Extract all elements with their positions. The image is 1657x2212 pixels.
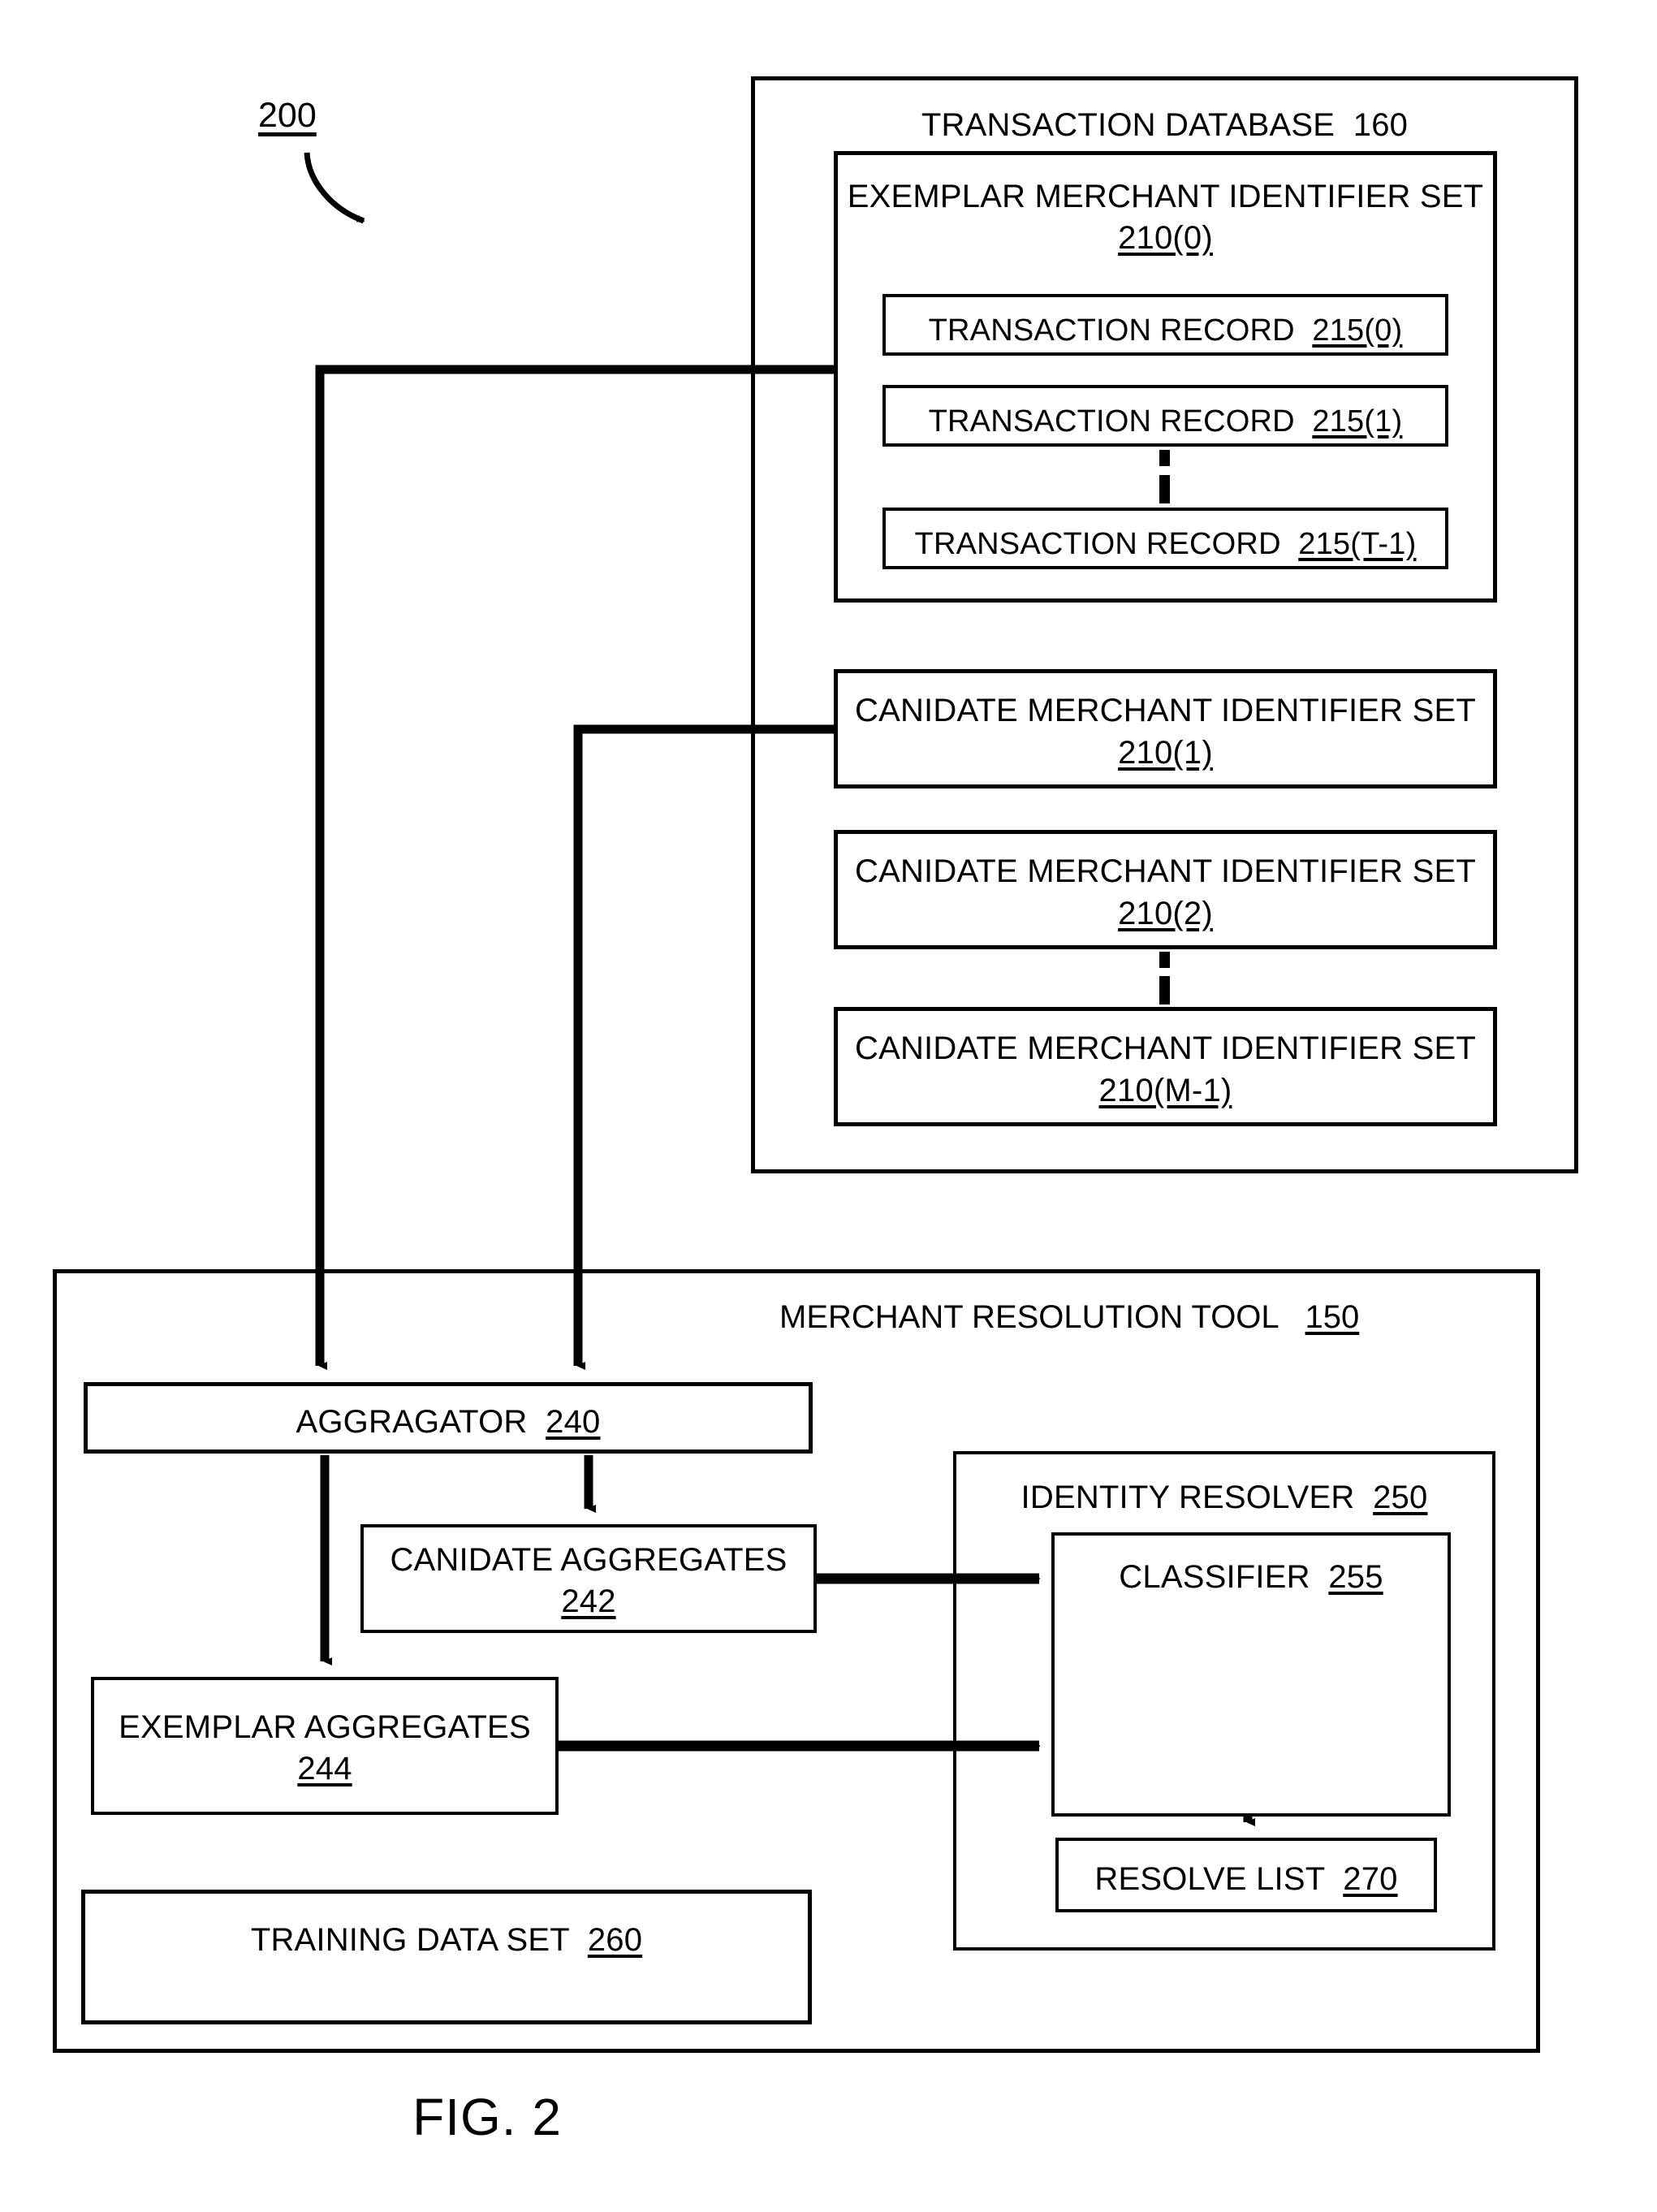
- candidate-set-2-num: 210(2): [1118, 895, 1213, 931]
- exemplar-aggregates-box: EXEMPLAR AGGREGATES 244: [91, 1677, 559, 1815]
- candidate-set-1-num: 210(1): [1118, 734, 1213, 771]
- transaction-record-t-minus-1-label: TRANSACTION RECORD 215(T-1): [915, 525, 1417, 564]
- candidate-set-m-num: 210(M-1): [1098, 1072, 1232, 1108]
- figure-canvas: 200 TRANSACTION DATABASE 160 EXEMPLAR ME…: [0, 0, 1657, 2212]
- transaction-record-1-text: TRANSACTION RECORD: [928, 404, 1295, 439]
- aggregator-label: AGGRAGATOR 240: [296, 1402, 600, 1443]
- transaction-record-0: TRANSACTION RECORD 215(0): [882, 294, 1448, 356]
- classifier-label: CLASSIFIER 255: [1119, 1557, 1383, 1598]
- exemplar-aggregates-text: EXEMPLAR AGGREGATES: [119, 1709, 531, 1745]
- candidate-set-1-text: CANIDATE MERCHANT IDENTIFIER SET: [855, 693, 1476, 729]
- candidate-set-1-label: CANIDATE MERCHANT IDENTIFIER SET 210(1): [855, 690, 1476, 773]
- classifier-text: CLASSIFIER: [1119, 1559, 1310, 1595]
- candidate-aggregates-box: CANIDATE AGGREGATES 242: [360, 1524, 817, 1633]
- transaction-record-1-num: 215(1): [1312, 404, 1403, 439]
- classifier-num: 255: [1328, 1559, 1383, 1595]
- identity-resolver-title: IDENTITY RESOLVER 250: [1021, 1477, 1428, 1519]
- candidate-aggregates-text: CANIDATE AGGREGATES: [390, 1541, 788, 1578]
- transaction-record-t-minus-1-num: 215(T-1): [1298, 527, 1417, 562]
- resolve-list-text: RESOLVE LIST: [1094, 1861, 1325, 1898]
- exemplar-aggregates-label: EXEMPLAR AGGREGATES 244: [119, 1707, 531, 1790]
- transaction-record-t-minus-1: TRANSACTION RECORD 215(T-1): [882, 508, 1448, 569]
- transaction-record-1-label: TRANSACTION RECORD 215(1): [929, 402, 1403, 442]
- candidate-set-2-label: CANIDATE MERCHANT IDENTIFIER SET 210(2): [855, 851, 1476, 934]
- figure-reference-numeral: 200: [258, 96, 317, 135]
- training-data-set-num: 260: [587, 1922, 643, 1958]
- merchant-resolution-tool-title: MERCHANT RESOLUTION TOOL 150: [779, 1299, 1359, 1336]
- candidate-aggregates-label: CANIDATE AGGREGATES 242: [390, 1540, 787, 1622]
- candidate-set-m-text: CANIDATE MERCHANT IDENTIFIER SET: [855, 1030, 1476, 1067]
- aggregator-box: AGGRAGATOR 240: [84, 1382, 813, 1454]
- exemplar-set-title-num: 210(0): [1118, 220, 1213, 257]
- resolve-list-label: RESOLVE LIST 270: [1094, 1859, 1397, 1900]
- figure-reference-curved-arrow: [304, 152, 364, 224]
- exemplar-set-title-text: EXEMPLAR MERCHANT IDENTIFIER SET: [847, 179, 1484, 214]
- classifier-box: CLASSIFIER 255: [1051, 1532, 1451, 1817]
- transaction-record-0-num: 215(0): [1312, 313, 1403, 348]
- aggregator-num: 240: [546, 1404, 601, 1441]
- candidate-merchant-identifier-set-2: CANIDATE MERCHANT IDENTIFIER SET 210(2): [834, 830, 1497, 949]
- transaction-database-title-text: TRANSACTION DATABASE: [921, 107, 1336, 143]
- resolve-list-box: RESOLVE LIST 270: [1055, 1838, 1437, 1912]
- candidate-set-2-text: CANIDATE MERCHANT IDENTIFIER SET: [855, 853, 1476, 890]
- aggregator-text: AGGRAGATOR: [296, 1404, 528, 1441]
- exemplar-aggregates-num: 244: [297, 1751, 352, 1786]
- candidate-aggregates-num: 242: [561, 1583, 616, 1619]
- merchant-resolution-tool-title-num: 150: [1305, 1299, 1360, 1335]
- transaction-record-t-minus-1-text: TRANSACTION RECORD: [914, 527, 1281, 562]
- candidate-merchant-identifier-set-1: CANIDATE MERCHANT IDENTIFIER SET 210(1): [834, 669, 1497, 788]
- training-data-set-text: TRAINING DATA SET: [250, 1922, 570, 1958]
- identity-resolver-title-text: IDENTITY RESOLVER: [1021, 1480, 1355, 1515]
- training-data-set-box: TRAINING DATA SET 260: [81, 1890, 812, 2024]
- transaction-database-title-num: 160: [1353, 107, 1409, 143]
- transaction-record-1: TRANSACTION RECORD 215(1): [882, 385, 1448, 447]
- merchant-resolution-tool-title-text: MERCHANT RESOLUTION TOOL: [779, 1299, 1279, 1335]
- exemplar-set-title: EXEMPLAR MERCHANT IDENTIFIER SET 210(0): [848, 176, 1484, 259]
- candidate-set-m-label: CANIDATE MERCHANT IDENTIFIER SET 210(M-1…: [855, 1028, 1476, 1111]
- transaction-record-0-text: TRANSACTION RECORD: [928, 313, 1295, 348]
- training-data-set-label: TRAINING DATA SET 260: [251, 1920, 642, 1961]
- figure-caption: FIG. 2: [412, 2088, 562, 2146]
- identity-resolver-title-num: 250: [1373, 1480, 1428, 1515]
- transaction-record-0-label: TRANSACTION RECORD 215(0): [929, 311, 1403, 351]
- resolve-list-num: 270: [1343, 1861, 1398, 1898]
- transaction-database-title: TRANSACTION DATABASE 160: [921, 105, 1408, 146]
- candidate-merchant-identifier-set-m-minus-1: CANIDATE MERCHANT IDENTIFIER SET 210(M-1…: [834, 1007, 1497, 1126]
